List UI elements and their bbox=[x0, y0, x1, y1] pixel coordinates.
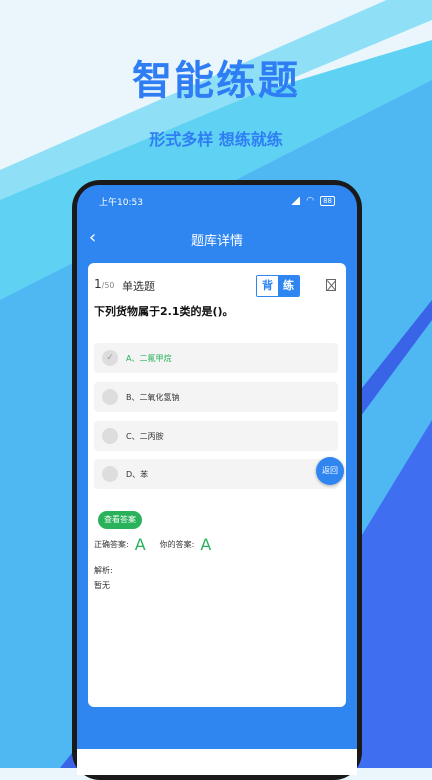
battery-icon: 88 bbox=[320, 196, 335, 206]
analysis-text: 暂无 bbox=[94, 581, 110, 590]
promo-subtitle: 形式多样 想练就练 bbox=[149, 130, 283, 149]
option-b[interactable]: B、二氧化氢钠 bbox=[94, 382, 338, 412]
status-time: 上午10:53 bbox=[99, 197, 143, 208]
page-title: 题库详情 bbox=[190, 233, 243, 249]
return-button[interactable]: 返回 bbox=[316, 457, 344, 485]
answer-row: 正确答案: A 你的答案: A bbox=[94, 535, 225, 554]
question-text: 下列货物属于2.1类的是()。 bbox=[94, 305, 234, 318]
analysis-label: 解析: bbox=[94, 566, 113, 575]
app-screen: 上午10:53 ◠ 88 ‹ 题库详情 1/50 单选题 背 练 下列货物属于2… bbox=[77, 185, 357, 775]
correct-answer-label: 正确答案: bbox=[94, 540, 129, 549]
correct-answer-value: A bbox=[134, 535, 146, 554]
status-icons: ◠ 88 bbox=[290, 196, 335, 206]
your-answer-label: 你的答案: bbox=[159, 540, 195, 549]
chevron-left-icon[interactable]: ‹ bbox=[89, 227, 96, 248]
bookmark-icon[interactable] bbox=[326, 279, 336, 291]
status-bar: 上午10:53 ◠ 88 bbox=[77, 185, 357, 217]
question-counter: 1/50 bbox=[94, 277, 115, 291]
bottom-bar bbox=[77, 749, 357, 775]
question-total: /50 bbox=[101, 281, 115, 290]
question-header: 1/50 单选题 背 练 bbox=[94, 275, 336, 297]
radio-icon bbox=[102, 428, 118, 444]
radio-icon bbox=[102, 466, 118, 482]
mode-toggle: 背 练 bbox=[256, 275, 300, 297]
option-a[interactable]: ✓ A、二氟甲烷 bbox=[94, 343, 338, 373]
question-type: 单选题 bbox=[122, 280, 155, 293]
question-card: 1/50 单选题 背 练 下列货物属于2.1类的是()。 ✓ A、二氟甲烷 B、… bbox=[88, 263, 346, 707]
mode-practice-button[interactable]: 练 bbox=[278, 276, 299, 296]
radio-icon bbox=[102, 389, 118, 405]
nav-bar: ‹ 题库详情 bbox=[77, 217, 357, 261]
mode-recite-button[interactable]: 背 bbox=[257, 276, 278, 296]
your-answer-value: A bbox=[200, 535, 212, 554]
option-label: D、苯 bbox=[126, 469, 149, 479]
signal-icon bbox=[290, 197, 301, 205]
check-icon: ✓ bbox=[102, 350, 118, 366]
option-d[interactable]: D、苯 bbox=[94, 459, 338, 489]
promo-title: 智能练题 bbox=[132, 58, 300, 104]
question-index: 1 bbox=[94, 277, 102, 291]
option-label: A、二氟甲烷 bbox=[126, 353, 172, 363]
option-label: B、二氧化氢钠 bbox=[126, 392, 180, 402]
wifi-icon: ◠ bbox=[306, 196, 315, 206]
option-label: C、二丙胺 bbox=[126, 431, 164, 441]
view-answer-button[interactable]: 查看答案 bbox=[98, 511, 142, 529]
option-c[interactable]: C、二丙胺 bbox=[94, 421, 338, 451]
